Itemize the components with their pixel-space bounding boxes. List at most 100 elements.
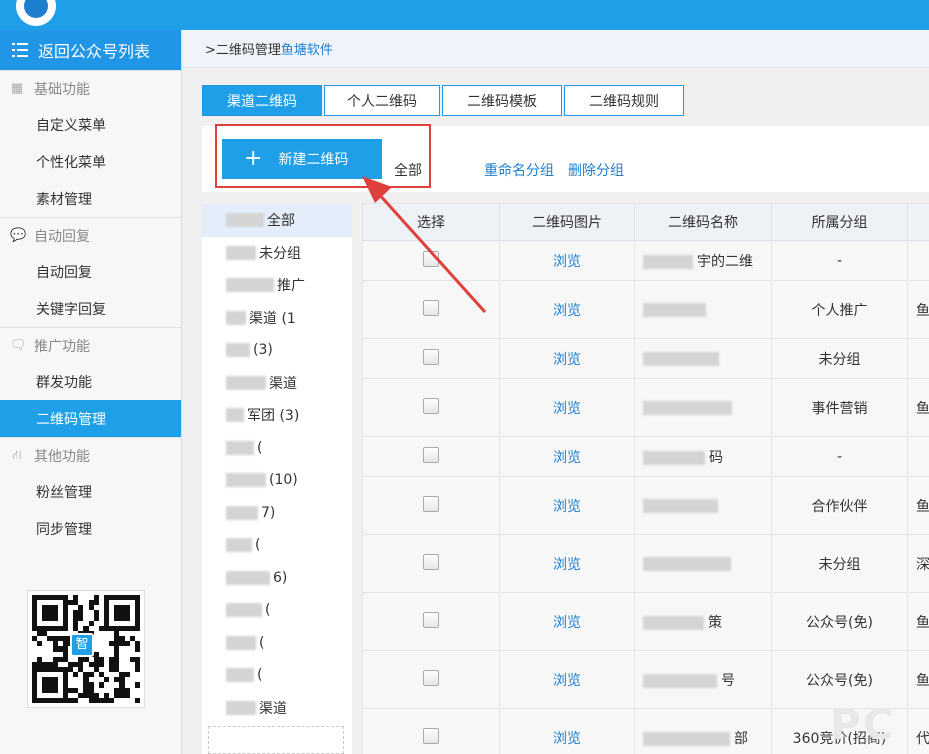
group-cell: 事件营销 [771, 378, 908, 437]
header-qrcode-image: 二维码图片 [499, 203, 635, 241]
group-list-item[interactable]: 推广 [202, 269, 352, 302]
browse-qrcode-link[interactable]: 浏览 [553, 352, 581, 368]
header-group: 所属分组 [771, 203, 908, 241]
group-list-item[interactable]: ( [202, 627, 352, 660]
group-list-item[interactable]: ( [202, 594, 352, 627]
header-qrcode-name: 二维码名称 [634, 203, 772, 241]
table-row: 浏览 事件营销鱼 [362, 378, 929, 437]
image-cell: 浏览 [499, 240, 635, 281]
row-checkbox[interactable] [423, 250, 439, 267]
group-other: ⛙ 其他功能 [0, 437, 181, 473]
group-list-item[interactable]: 军团 (3) [202, 399, 352, 432]
row-checkbox[interactable] [423, 348, 439, 365]
browse-qrcode-link[interactable]: 浏览 [553, 557, 581, 573]
row-checkbox[interactable] [423, 611, 439, 628]
select-cell [362, 592, 500, 651]
qrcode-name-cell: 策 [634, 592, 772, 651]
header-extra [907, 203, 929, 241]
select-cell [362, 534, 500, 593]
browse-qrcode-link[interactable]: 浏览 [553, 401, 581, 417]
qrcode-name-cell [634, 534, 772, 593]
sidebar-item-personalized-menu[interactable]: 个性化菜单 [0, 143, 181, 180]
row-checkbox[interactable] [423, 553, 439, 570]
qrcode-name-cell [634, 280, 772, 339]
group-list-item[interactable]: 未分组 [202, 237, 352, 270]
breadcrumb-account-link[interactable]: 鱼塘软件 [281, 39, 333, 58]
group-list-item[interactable]: ( [202, 432, 352, 465]
row-checkbox[interactable] [423, 397, 439, 414]
image-cell: 浏览 [499, 338, 635, 379]
row-checkbox[interactable] [423, 446, 439, 463]
sidebar-item-keyword-reply[interactable]: 关键字回复 [0, 290, 181, 327]
tab-channel-qrcode[interactable]: 渠道二维码 [202, 85, 322, 116]
qrcode-tabs: 渠道二维码 个人二维码 二维码模板 二维码规则 [202, 85, 686, 116]
row-checkbox[interactable] [423, 727, 439, 744]
table-row: 浏览 策 公众号(免) 鱼 [362, 592, 929, 651]
group-list-item[interactable]: (10) [202, 464, 352, 497]
select-cell [362, 240, 500, 281]
tab-qrcode-rules[interactable]: 二维码规则 [564, 85, 684, 116]
group-list-item[interactable]: ( [202, 659, 352, 692]
sidebar-item-mass-send[interactable]: 群发功能 [0, 363, 181, 400]
table-row: 浏览 个人推广鱼 [362, 280, 929, 339]
select-cell [362, 708, 500, 754]
rename-group-link[interactable]: 重命名分组 [484, 160, 554, 180]
group-list-item[interactable]: 全部 [202, 204, 352, 237]
row-checkbox[interactable] [423, 669, 439, 686]
tab-personal-qrcode[interactable]: 个人二维码 [324, 85, 440, 116]
add-group-box[interactable] [208, 726, 344, 754]
row-checkbox[interactable] [423, 495, 439, 512]
group-auto-reply: 💬 自动回复 [0, 217, 181, 253]
delete-group-link[interactable]: 删除分组 [568, 160, 624, 180]
row-checkbox[interactable] [423, 299, 439, 316]
group-list-item[interactable]: (3) [202, 334, 352, 367]
browse-qrcode-link[interactable]: 浏览 [553, 731, 581, 747]
image-cell: 浏览 [499, 708, 635, 754]
sidebar: 返回公众号列表 ▦ 基础功能 自定义菜单 个性化菜单 素材管理 💬 自动回复 自… [0, 30, 182, 754]
select-cell [362, 650, 500, 709]
image-cell: 浏览 [499, 650, 635, 709]
extra-cell [907, 240, 929, 281]
extra-cell: 鱼 [907, 378, 929, 437]
back-to-account-list-button[interactable]: 返回公众号列表 [0, 30, 181, 70]
group-list-item[interactable]: ( [202, 529, 352, 562]
group-list-item-label: ( [259, 634, 265, 651]
image-cell: 浏览 [499, 378, 635, 437]
browse-qrcode-link[interactable]: 浏览 [553, 254, 581, 270]
top-bar [0, 0, 929, 30]
sidebar-item-auto-reply[interactable]: 自动回复 [0, 253, 181, 290]
sidebar-item-qrcode-management[interactable]: 二维码管理 [0, 400, 181, 437]
image-cell: 浏览 [499, 534, 635, 593]
qrcode-table: 选择 二维码图片 二维码名称 所属分组 浏览 宇的二维 - 浏览 个人推广鱼浏览 未分组浏… [362, 203, 929, 754]
qrcode-table-container: 选择 二维码图片 二维码名称 所属分组 浏览 宇的二维 - 浏览 个人推广鱼浏览 未分组浏… [362, 203, 929, 754]
app-qr-code: 智 [27, 590, 145, 708]
group-cell: 合作伙伴 [771, 476, 908, 535]
browse-qrcode-link[interactable]: 浏览 [553, 673, 581, 689]
group-cell: - [771, 436, 908, 477]
group-list-item[interactable]: 渠道 [202, 367, 352, 400]
tab-qrcode-template[interactable]: 二维码模板 [442, 85, 562, 116]
breadcrumb-current: >二维码管理 [205, 43, 281, 58]
group-list-item[interactable]: 渠道 [202, 692, 352, 725]
qrcode-name-cell [634, 476, 772, 535]
qrcode-name-cell: 码 [634, 436, 772, 477]
sidebar-item-fans[interactable]: 粉丝管理 [0, 473, 181, 510]
browse-qrcode-link[interactable]: 浏览 [553, 303, 581, 319]
browse-qrcode-link[interactable]: 浏览 [553, 499, 581, 515]
group-list-item[interactable]: 7) [202, 497, 352, 530]
chat-bubble-icon: 💬 [10, 227, 27, 243]
group-promotion: 🗨 推广功能 [0, 327, 181, 363]
sidebar-item-material[interactable]: 素材管理 [0, 180, 181, 217]
group-list-item[interactable]: 6) [202, 562, 352, 595]
qrcode-name: 宇的二维 [697, 253, 753, 270]
breadcrumb: >二维码管理 鱼塘软件 [183, 30, 929, 68]
select-cell [362, 476, 500, 535]
select-cell [362, 280, 500, 339]
sidebar-item-custom-menu[interactable]: 自定义菜单 [0, 106, 181, 143]
browse-qrcode-link[interactable]: 浏览 [553, 615, 581, 631]
sidebar-item-sync[interactable]: 同步管理 [0, 510, 181, 547]
group-list-item-label: 军团 (3) [247, 408, 300, 425]
browse-qrcode-link[interactable]: 浏览 [553, 450, 581, 466]
group-list-item-label: 7) [261, 504, 276, 521]
group-list-item[interactable]: 渠道 (1 [202, 302, 352, 335]
